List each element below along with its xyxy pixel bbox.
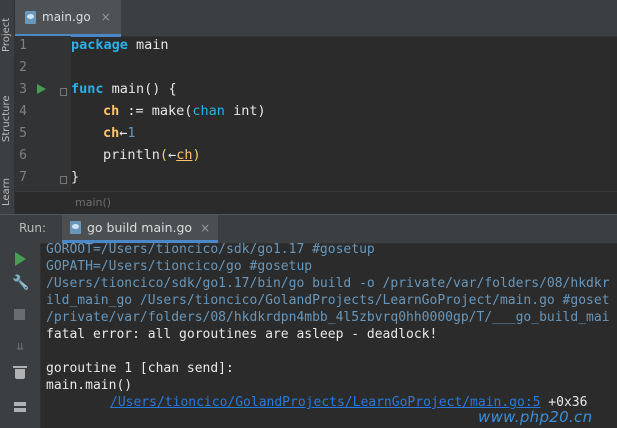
variable: ch [103,125,120,141]
run-console[interactable]: GOROOT=/Users/tioncico/sdk/go1.17 #goset… [41,243,617,428]
console-line: ild_main_go /Users/tioncico/GolandProjec… [46,293,610,308]
code-line-5: ch←1 [103,122,136,144]
code-line-4: ch := make(chan int) [103,100,266,122]
breadcrumb[interactable]: main() [75,196,111,209]
source-link[interactable]: /Users/tioncico/GolandProjects/LearnGoPr… [110,395,540,410]
run-tab-label: go build main.go [87,220,193,235]
fold-icon[interactable] [60,176,67,184]
watermark: www.php20.cn [478,408,593,426]
variable: ch [176,147,193,163]
code-line-3: func main() { [71,78,177,100]
scroll-to-end-icon[interactable]: ⇊ [12,339,28,355]
run-tab-go-build[interactable]: go build main.go × [62,215,219,243]
paren: ( [159,147,169,163]
left-tool-strip: Project Structure Learn [0,0,15,214]
paren: ) [192,147,201,163]
run-gutter-icon[interactable] [37,84,46,94]
go-file-icon [25,10,36,24]
code-text: } [71,169,80,185]
run-toolbar: 🔧 ⇊ [0,243,41,428]
close-icon[interactable]: × [101,10,111,24]
code-line-1: package main [71,34,169,56]
line-number: 6 [19,148,27,163]
console-line: /private/var/folders/08/hkdkrdpn4mbb_4l5… [46,310,610,325]
code-text: := make( [119,103,193,119]
rerun-icon[interactable] [12,251,28,267]
line-number: 7 [19,170,27,185]
console-line: goroutine 1 [chan send]: [46,361,234,376]
keyword: func [71,81,104,97]
editor-tab-main-go[interactable]: main.go × [15,0,121,37]
code-text: int) [224,103,266,119]
keyword: chan [192,103,225,119]
close-icon[interactable]: × [200,221,210,235]
line-number: 4 [19,104,27,119]
stop-icon[interactable] [12,307,28,323]
editor-tab-label: main.go [42,10,91,24]
run-tool-window-header: Run: go build main.go × [0,214,617,244]
console-line: main.main() [46,378,133,393]
line-number: 1 [19,38,27,53]
code-editor[interactable]: package main func main() { ch := make(ch… [71,36,617,191]
code-line-7: } [71,166,79,188]
code-text: main() { [103,81,177,97]
project-tab-label: Project [1,17,12,52]
go-build-icon [70,221,81,234]
line-number: 3 [19,82,27,97]
number-literal: 1 [127,125,136,141]
console-line: fatal error: all goroutines are asleep -… [46,327,438,342]
keyword: package [71,37,128,53]
code-text: main [127,37,169,53]
wrench-icon[interactable]: 🔧 [12,275,29,291]
run-label: Run: [19,221,47,235]
learn-tab-label: Learn [1,178,12,206]
code-line-6: println(←ch) [103,144,201,166]
layout-icon[interactable] [12,399,28,415]
breadcrumb-bar: main() [15,191,617,214]
fold-icon[interactable] [60,88,67,96]
editor-tab-bar: main.go × [15,0,617,37]
structure-tab-label: Structure [1,95,12,142]
console-line: /Users/tioncico/sdk/go1.17/bin/go build … [46,276,610,291]
console-line: GOPATH=/Users/tioncico/go #gosetup [46,259,313,274]
console-line: GOROOT=/Users/tioncico/sdk/go1.17 #goset… [46,243,375,257]
code-text: println [103,147,160,163]
line-number: 2 [19,60,27,75]
operator: ← [168,147,177,163]
editor-gutter: 1 2 3 4 5 6 7 [15,36,71,191]
trash-icon[interactable] [12,365,28,381]
line-number: 5 [19,126,27,141]
variable: ch [103,103,120,119]
